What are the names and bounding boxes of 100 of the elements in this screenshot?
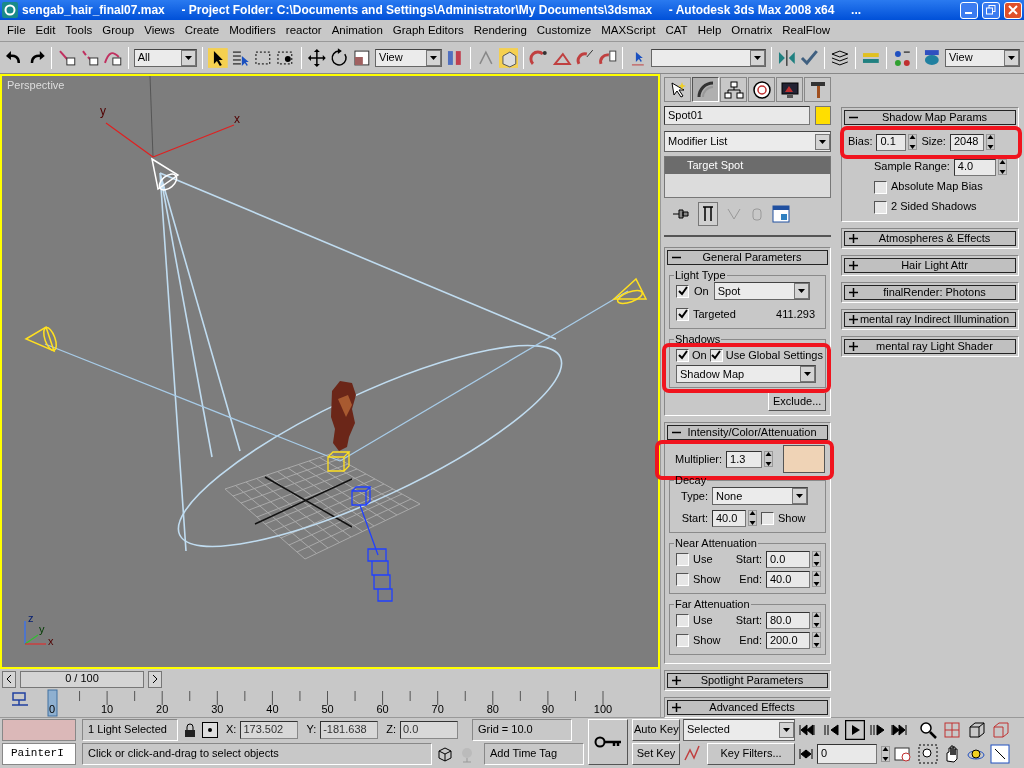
panel-tab[interactable] — [748, 77, 775, 102]
decay-type-dropdown[interactable]: None — [712, 487, 808, 506]
menu-item[interactable]: Tools — [60, 23, 98, 38]
restore-button[interactable] — [982, 1, 1000, 19]
spinner-arrows-icon[interactable] — [812, 612, 821, 629]
previous-key-icon[interactable] — [823, 724, 841, 736]
menu-item[interactable]: Rendering — [468, 23, 532, 38]
close-button[interactable] — [1004, 1, 1022, 19]
panel-tab[interactable] — [664, 77, 691, 102]
light-type-dropdown[interactable]: Spot — [713, 282, 810, 301]
menu-item[interactable]: Group — [97, 23, 140, 38]
spinner-field[interactable]: 0.1 — [876, 133, 907, 151]
helper-drawing[interactable] — [351, 486, 393, 602]
menu-item[interactable]: Help — [692, 23, 727, 38]
spinner-arrows-icon[interactable] — [997, 159, 1007, 175]
object-name-field[interactable]: Spot01 — [664, 106, 810, 125]
coordinate-field[interactable]: -181.638 — [320, 721, 379, 739]
checkbox[interactable] — [874, 180, 887, 194]
menu-item[interactable]: Ornatrix — [726, 23, 778, 38]
zoom-icon[interactable] — [918, 720, 938, 740]
rollout-header[interactable]: mental ray Indirect Illumination — [844, 312, 1016, 327]
minimize-button[interactable] — [960, 1, 978, 19]
menu-item[interactable]: RealFlow — [777, 23, 836, 38]
spinner-arrows-icon[interactable] — [812, 551, 821, 568]
object-color-swatch[interactable] — [815, 106, 831, 125]
maxscript-listener-field[interactable]: PainterI — [2, 743, 76, 765]
checkbox[interactable] — [676, 348, 689, 362]
set-key-button[interactable]: Set Key — [632, 743, 680, 765]
key-mode-dropdown[interactable]: Selected — [683, 719, 795, 741]
spinner-field[interactable]: 80.0 — [766, 611, 810, 629]
play-icon[interactable] — [845, 720, 865, 740]
checkbox[interactable] — [676, 613, 689, 627]
exclude-button[interactable]: Exclude... — [768, 392, 826, 412]
checkbox[interactable] — [676, 284, 689, 298]
lock-icon[interactable] — [182, 722, 198, 738]
absolute-mode-icon[interactable] — [202, 722, 218, 738]
stack-item[interactable]: Target Spot — [665, 157, 830, 174]
menu-item[interactable]: Views — [139, 23, 180, 38]
menu-item[interactable]: Create — [179, 23, 225, 38]
align-icon[interactable] — [799, 47, 820, 68]
current-frame-field[interactable]: 0 — [817, 744, 877, 764]
time-slider[interactable]: 0 / 100 — [20, 670, 144, 688]
menu-item[interactable]: Customize — [531, 23, 597, 38]
spinner-field[interactable]: 40.0 — [712, 509, 746, 527]
rollout-header[interactable]: finalRender: Photons — [844, 285, 1016, 300]
checkbox[interactable] — [676, 552, 689, 566]
key-filters-button[interactable]: Key Filters... — [707, 743, 795, 765]
coordinate-field[interactable]: 0.0 — [400, 721, 458, 739]
reference-coordinate-dropdown[interactable]: View — [375, 48, 443, 67]
pin-icon[interactable] — [672, 206, 690, 222]
next-frame-button[interactable] — [148, 670, 162, 688]
maximize-viewport-icon[interactable] — [990, 744, 1010, 764]
checkbox[interactable] — [676, 307, 689, 321]
spinner-field[interactable]: 0.0 — [766, 550, 810, 568]
menu-item[interactable]: Edit — [30, 23, 61, 38]
spinner-arrows-icon[interactable] — [881, 746, 890, 762]
panel-tab[interactable] — [776, 77, 803, 102]
rotate-icon[interactable] — [329, 47, 350, 68]
spinner-arrows-icon[interactable] — [812, 632, 821, 649]
modifier-list-dropdown[interactable]: Modifier List — [664, 131, 831, 152]
spinner-field[interactable]: 200.0 — [766, 631, 810, 649]
rollout-header[interactable]: Atmospheres & Effects — [844, 231, 1016, 246]
checkbox[interactable] — [874, 200, 887, 214]
spinner-arrows-icon[interactable] — [748, 510, 757, 527]
rollout-header[interactable]: General Parameters — [667, 250, 828, 265]
time-marker[interactable] — [47, 689, 58, 717]
spinner-field[interactable]: 40.0 — [766, 570, 810, 588]
panel-tab[interactable] — [804, 77, 831, 102]
panel-tab[interactable] — [720, 77, 747, 102]
checkbox[interactable] — [709, 348, 723, 362]
named-selection-dropdown[interactable] — [651, 48, 766, 67]
rollout-header[interactable]: Advanced Effects — [667, 700, 828, 716]
rollout-header[interactable]: Intensity/Color/Attenuation — [667, 425, 828, 441]
selection-filter-dropdown[interactable]: All — [133, 48, 197, 67]
spinner-arrows-icon[interactable] — [812, 571, 821, 588]
menu-item[interactable]: Modifiers — [224, 23, 281, 38]
select-icon[interactable] — [207, 47, 228, 68]
configure-icon[interactable] — [772, 205, 790, 223]
rollout-header[interactable]: Hair Light Attr — [844, 258, 1016, 273]
spinner-field[interactable]: 1.3 — [726, 450, 763, 468]
viewport[interactable]: Perspective y x z y x — [0, 74, 660, 669]
region-zoom-icon[interactable] — [918, 744, 938, 764]
previous-frame-button[interactable] — [2, 670, 16, 688]
menu-item[interactable]: Animation — [326, 23, 388, 38]
shadow-type-dropdown[interactable]: Shadow Map — [676, 365, 816, 384]
menu-item[interactable]: MAXScript — [596, 23, 661, 38]
menu-item[interactable]: File — [2, 23, 31, 38]
time-configuration-icon[interactable] — [894, 745, 912, 763]
panel-tab[interactable] — [692, 77, 719, 102]
rollout-header[interactable]: Spotlight Parameters — [667, 673, 828, 689]
mirror-icon[interactable] — [776, 47, 797, 68]
figure-drawing[interactable] — [331, 381, 356, 451]
zoom-extents-icon[interactable] — [966, 720, 986, 740]
maxscript-prompt-field[interactable] — [2, 719, 76, 741]
target-icon[interactable] — [327, 451, 351, 472]
spinner-arrows-icon[interactable] — [908, 134, 918, 150]
cube-icon[interactable] — [436, 745, 454, 763]
auto-key-button[interactable]: Auto Key — [632, 719, 680, 741]
checkbox[interactable] — [676, 572, 689, 586]
spinner-arrows-icon[interactable] — [764, 451, 774, 468]
